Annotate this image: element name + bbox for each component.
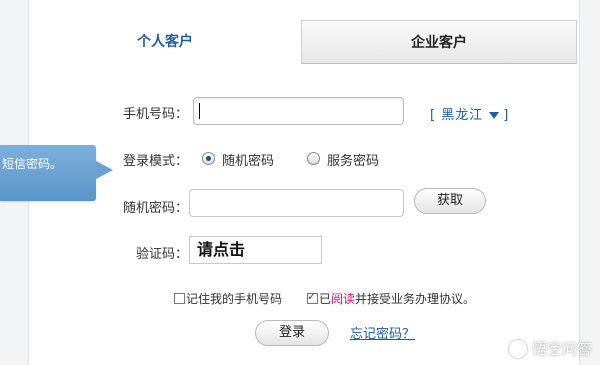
sms-password-tooltip: 短信密码。 <box>0 145 113 201</box>
phone-input[interactable] <box>193 97 404 125</box>
radio-service-password[interactable] <box>307 152 320 165</box>
random-password-input[interactable] <box>189 189 404 217</box>
random-password-option-label: 随机密码 <box>222 154 275 169</box>
tab-active-underline <box>29 64 301 65</box>
tooltip-text: 短信密码。 <box>2 157 63 171</box>
agree-terms-checkbox[interactable] <box>307 290 318 304</box>
remember-phone-checkbox[interactable] <box>174 293 185 304</box>
region-select[interactable]: [ 黑龙江] <box>430 104 509 123</box>
dropdown-triangle-icon <box>489 111 500 119</box>
watermark: 悟空问答 <box>508 338 592 359</box>
remember-phone-label: 记住我的手机号码 <box>186 292 283 306</box>
captcha-box[interactable]: 请点击 <box>189 236 322 264</box>
login-button[interactable]: 登录 <box>255 320 329 346</box>
login-panel: 个人客户 企业客户 <box>28 0 580 365</box>
tab-personal-customer[interactable]: 个人客户 <box>29 20 301 64</box>
agree-prefix: 已 <box>319 292 332 306</box>
service-password-option-label: 服务密码 <box>327 154 380 169</box>
radio-random-password[interactable] <box>202 152 215 165</box>
phone-label: 手机号码： <box>122 107 188 122</box>
region-bracket: ] <box>503 108 510 123</box>
forgot-password-link[interactable]: 忘记密码？ <box>350 323 415 342</box>
region-label: [ 黑龙江 <box>430 108 484 123</box>
tab-enterprise-customer[interactable]: 企业客户 <box>301 20 577 64</box>
read-agreement-link[interactable]: 阅读 <box>331 292 355 306</box>
agree-suffix: 并接受业务办理协议。 <box>355 292 476 306</box>
chat-bubble-icon <box>508 339 527 358</box>
login-mode-label: 登录模式： <box>122 154 188 169</box>
watermark-text: 悟空问答 <box>531 340 592 358</box>
customer-tabs: 个人客户 企业客户 <box>29 20 579 66</box>
agree-terms-text: 已阅读并接受业务办理协议。 <box>319 290 475 307</box>
text-cursor <box>199 103 200 119</box>
captcha-label: 验证码： <box>135 247 188 262</box>
get-password-button[interactable]: 获取 <box>414 188 486 214</box>
random-password-label: 随机密码： <box>122 201 188 216</box>
